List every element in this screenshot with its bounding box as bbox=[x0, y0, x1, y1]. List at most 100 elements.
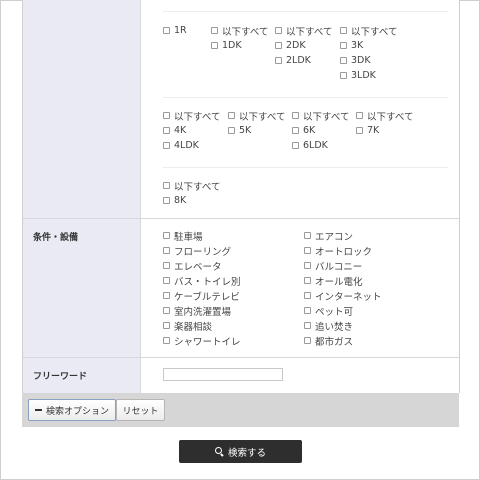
checkbox[interactable] bbox=[228, 112, 235, 119]
option-label: 都市ガス bbox=[315, 336, 354, 348]
checkbox[interactable] bbox=[275, 57, 282, 64]
checkbox[interactable] bbox=[304, 292, 311, 299]
checkbox[interactable] bbox=[163, 322, 170, 329]
checkbox[interactable] bbox=[356, 112, 363, 119]
condition-option-shower-toilet[interactable]: シャワートイレ bbox=[163, 334, 241, 348]
layout-option-5-all[interactable]: 以下すべて bbox=[228, 109, 285, 123]
option-label: 2DK bbox=[286, 40, 306, 51]
layout-option-8k[interactable]: 8K bbox=[163, 194, 186, 207]
layout-option-1r[interactable]: 1R bbox=[163, 24, 187, 37]
condition-option-cable-tv[interactable]: ケーブルテレビ bbox=[163, 289, 240, 303]
checkbox[interactable] bbox=[340, 57, 347, 64]
table-header-column bbox=[23, 0, 141, 393]
checkbox[interactable] bbox=[304, 337, 311, 344]
condition-option-pets-ok[interactable]: ペット可 bbox=[304, 304, 353, 318]
layout-divider-2 bbox=[163, 167, 448, 168]
option-label: 以下すべて bbox=[174, 111, 221, 123]
checkbox[interactable] bbox=[211, 42, 218, 49]
checkbox[interactable] bbox=[163, 262, 170, 269]
layout-option-6k[interactable]: 6K bbox=[292, 124, 315, 137]
layout-option-2-all[interactable]: 以下すべて bbox=[275, 24, 332, 38]
condition-option-aircon[interactable]: エアコン bbox=[304, 229, 353, 243]
layout-option-7k[interactable]: 7K bbox=[356, 124, 379, 137]
checkbox[interactable] bbox=[340, 27, 347, 34]
condition-option-internet[interactable]: インターネット bbox=[304, 289, 382, 303]
layout-option-2dk[interactable]: 2DK bbox=[275, 39, 306, 52]
condition-option-elevator[interactable]: エレベータ bbox=[163, 259, 222, 273]
checkbox[interactable] bbox=[228, 127, 235, 134]
option-label: 以下すべて bbox=[367, 111, 414, 123]
option-label: 室内洗濯置場 bbox=[174, 306, 232, 318]
option-label: 2LDK bbox=[286, 55, 311, 66]
layout-option-8-all[interactable]: 以下すべて bbox=[163, 179, 220, 193]
layout-option-1-all[interactable]: 以下すべて bbox=[211, 24, 268, 38]
option-label: 3DK bbox=[351, 55, 371, 66]
checkbox[interactable] bbox=[356, 127, 363, 134]
top-divider bbox=[163, 11, 448, 12]
layout-option-3k[interactable]: 3K bbox=[340, 39, 363, 52]
checkbox[interactable] bbox=[163, 127, 170, 134]
checkbox[interactable] bbox=[163, 337, 170, 344]
layout-option-4k[interactable]: 4K bbox=[163, 124, 186, 137]
checkbox[interactable] bbox=[163, 277, 170, 284]
option-label: 4LDK bbox=[174, 140, 199, 151]
reset-label: リセット bbox=[122, 406, 159, 417]
layout-option-4-all[interactable]: 以下すべて bbox=[163, 109, 221, 123]
checkbox[interactable] bbox=[304, 307, 311, 314]
condition-option-city-gas[interactable]: 都市ガス bbox=[304, 334, 354, 348]
checkbox[interactable] bbox=[163, 142, 170, 149]
layout-option-5k[interactable]: 5K bbox=[228, 124, 251, 137]
checkbox[interactable] bbox=[340, 72, 347, 79]
layout-option-4ldk[interactable]: 4LDK bbox=[163, 139, 199, 152]
row-divider-conditions bbox=[23, 218, 459, 219]
layout-option-3ldk[interactable]: 3LDK bbox=[340, 69, 376, 82]
layout-option-6-all[interactable]: 以下すべて bbox=[292, 109, 349, 123]
layout-option-3dk[interactable]: 3DK bbox=[340, 54, 371, 67]
option-label: 楽器相談 bbox=[174, 321, 213, 333]
option-label: バルコニー bbox=[315, 261, 363, 273]
layout-option-6ldk[interactable]: 6LDK bbox=[292, 139, 328, 152]
condition-option-parking[interactable]: 駐車場 bbox=[163, 229, 203, 243]
checkbox[interactable] bbox=[211, 27, 218, 34]
option-label: オートロック bbox=[315, 246, 373, 258]
checkbox[interactable] bbox=[275, 27, 282, 34]
checkbox[interactable] bbox=[304, 322, 311, 329]
checkbox[interactable] bbox=[304, 232, 311, 239]
checkbox[interactable] bbox=[292, 112, 299, 119]
layout-option-2ldk[interactable]: 2LDK bbox=[275, 54, 311, 67]
condition-option-autolock[interactable]: オートロック bbox=[304, 244, 373, 258]
checkbox[interactable] bbox=[163, 182, 170, 189]
condition-option-reheating[interactable]: 追い焚き bbox=[304, 319, 354, 333]
checkbox[interactable] bbox=[304, 277, 311, 284]
checkbox[interactable] bbox=[292, 142, 299, 149]
search-button-label: 検索する bbox=[227, 447, 266, 459]
layout-option-3-all[interactable]: 以下すべて bbox=[340, 24, 398, 38]
layout-option-1dk[interactable]: 1DK bbox=[211, 39, 242, 52]
checkbox[interactable] bbox=[163, 292, 170, 299]
search-options-toggle-button[interactable]: 検索オプション bbox=[28, 399, 116, 421]
condition-option-flooring[interactable]: フローリング bbox=[163, 244, 231, 258]
reset-button[interactable]: リセット bbox=[116, 399, 165, 421]
free-word-input[interactable] bbox=[163, 368, 283, 381]
checkbox[interactable] bbox=[275, 42, 282, 49]
checkbox[interactable] bbox=[163, 247, 170, 254]
checkbox[interactable] bbox=[340, 42, 347, 49]
search-submit-button[interactable]: 検索する bbox=[179, 440, 302, 463]
condition-option-separate-bath[interactable]: バス・トイレ別 bbox=[163, 274, 241, 288]
layout-option-7-all[interactable]: 以下すべて bbox=[356, 109, 414, 123]
checkbox[interactable] bbox=[163, 232, 170, 239]
checkbox[interactable] bbox=[304, 247, 311, 254]
option-label: 1DK bbox=[222, 40, 242, 51]
checkbox[interactable] bbox=[292, 127, 299, 134]
checkbox[interactable] bbox=[163, 112, 170, 119]
option-label: 追い焚き bbox=[315, 321, 354, 333]
condition-option-indoor-laundry[interactable]: 室内洗濯置場 bbox=[163, 304, 232, 318]
condition-option-balcony[interactable]: バルコニー bbox=[304, 259, 363, 273]
checkbox[interactable] bbox=[163, 27, 170, 34]
checkbox[interactable] bbox=[304, 262, 311, 269]
checkbox[interactable] bbox=[163, 197, 170, 204]
option-label: 以下すべて bbox=[351, 26, 398, 38]
checkbox[interactable] bbox=[163, 307, 170, 314]
condition-option-all-electric[interactable]: オール電化 bbox=[304, 274, 363, 288]
condition-option-instruments[interactable]: 楽器相談 bbox=[163, 319, 213, 333]
